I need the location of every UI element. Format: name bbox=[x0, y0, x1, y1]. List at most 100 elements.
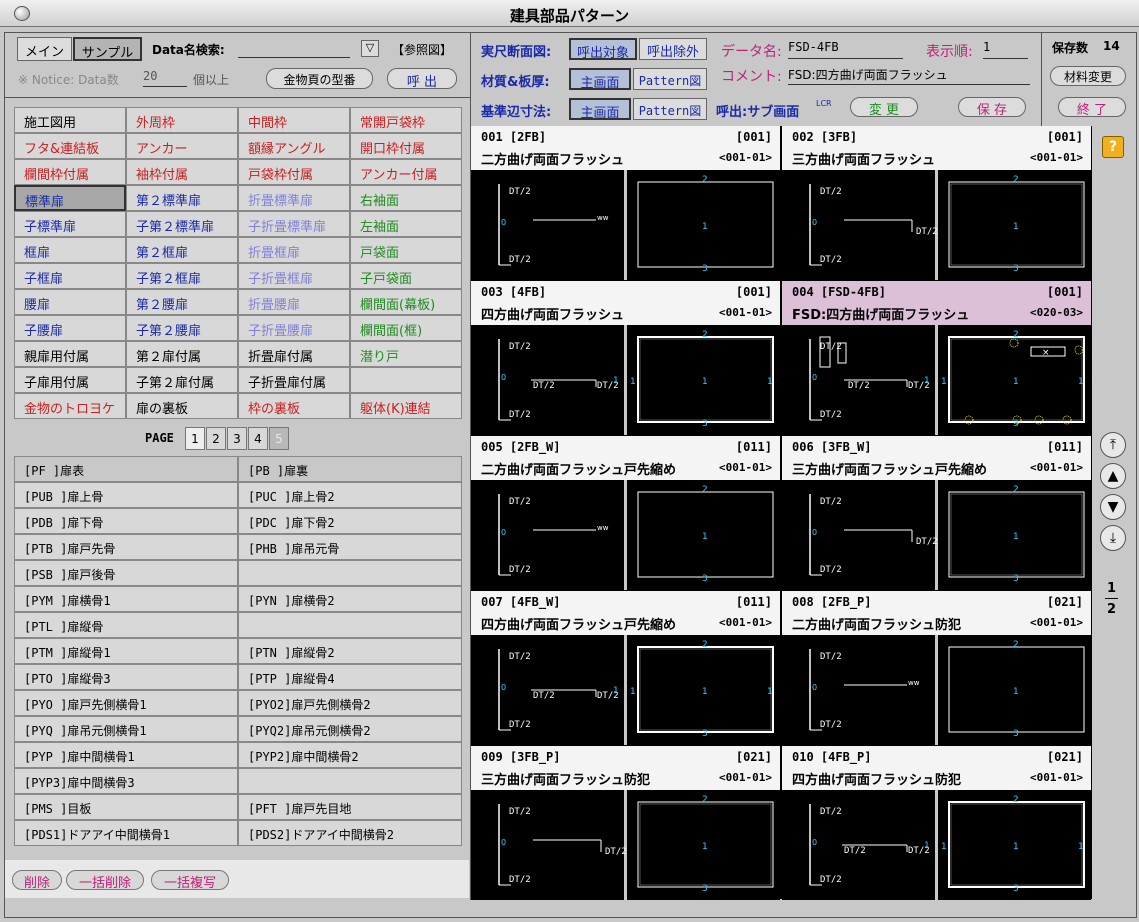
category-item[interactable]: 額縁アングル bbox=[238, 133, 350, 159]
comment-input[interactable]: FSD:四方曲げ両面フラッシュ bbox=[788, 66, 1030, 85]
category-item[interactable]: 中間枠 bbox=[238, 107, 350, 133]
category-item[interactable]: 子戸袋面 bbox=[350, 263, 462, 289]
category-item[interactable] bbox=[350, 367, 462, 393]
row1-call-exclude-button[interactable]: 呼出除外 bbox=[639, 38, 707, 60]
reference-button[interactable]: 【参照図】 bbox=[392, 41, 452, 58]
bulk-delete-button[interactable]: 一括削除 bbox=[66, 870, 144, 891]
part-item[interactable]: [PYO ]扉戸先側横骨1 bbox=[14, 690, 238, 716]
part-item[interactable] bbox=[238, 560, 462, 586]
part-item[interactable]: [PHB ]扉吊元骨 bbox=[238, 534, 462, 560]
category-item[interactable]: 枠の裏板 bbox=[238, 393, 350, 419]
material-change-button[interactable]: 材料変更 bbox=[1050, 66, 1126, 86]
part-item[interactable]: [PYO2]扉戸先側横骨2 bbox=[238, 690, 462, 716]
part-item[interactable]: [PTL ]扉縦骨 bbox=[14, 612, 238, 638]
category-item[interactable]: 戸袋枠付属 bbox=[238, 159, 350, 185]
category-item[interactable]: 折畳標準扉 bbox=[238, 185, 350, 211]
category-item[interactable]: 潜り戸 bbox=[350, 341, 462, 367]
page-2-button[interactable]: 2 bbox=[206, 427, 226, 450]
notice-count-input[interactable]: 20 bbox=[143, 69, 187, 87]
row3-main-screen-button[interactable]: 主画面 bbox=[569, 98, 631, 121]
category-item[interactable]: 子折畳框扉 bbox=[238, 263, 350, 289]
pattern-card[interactable]: 005 [2FB_W] [011] 二方曲げ両面フラッシュ戸先縮め <001-0… bbox=[471, 436, 780, 590]
part-item[interactable]: [PYP2]扉中間横骨2 bbox=[238, 742, 462, 768]
search-input[interactable] bbox=[238, 40, 350, 58]
scroll-bottom-icon[interactable]: ⤓ bbox=[1100, 525, 1126, 551]
category-item[interactable]: 子第２框扉 bbox=[126, 263, 238, 289]
category-item[interactable]: 躯体(K)連結 bbox=[350, 393, 462, 419]
row2-main-screen-button[interactable]: 主画面 bbox=[569, 68, 631, 91]
category-item[interactable]: 親扉用付属 bbox=[14, 341, 126, 367]
category-item[interactable]: 標準扉 bbox=[14, 185, 126, 211]
part-item[interactable]: [PTN ]扉縦骨2 bbox=[238, 638, 462, 664]
pattern-card[interactable]: 004 [FSD-4FB] [001] FSD:四方曲げ両面フラッシュ <020… bbox=[782, 281, 1091, 435]
part-item[interactable]: [PF ]扉表 bbox=[14, 456, 238, 482]
category-item[interactable]: アンカー付属 bbox=[350, 159, 462, 185]
part-item[interactable]: [PYM ]扉横骨1 bbox=[14, 586, 238, 612]
category-item[interactable]: 扉の裏板 bbox=[126, 393, 238, 419]
help-icon[interactable]: ? bbox=[1102, 136, 1124, 158]
call-button[interactable]: 呼 出 bbox=[387, 68, 457, 90]
part-item[interactable]: [PFT ]扉戸先目地 bbox=[238, 794, 462, 820]
save-button[interactable]: 保 存 bbox=[958, 97, 1026, 118]
part-item[interactable] bbox=[238, 768, 462, 794]
category-item[interactable]: 子扉用付属 bbox=[14, 367, 126, 393]
category-item[interactable]: 第２扉付属 bbox=[126, 341, 238, 367]
part-item[interactable]: [PTB ]扉戸先骨 bbox=[14, 534, 238, 560]
part-item[interactable]: [PDC ]扉下骨2 bbox=[238, 508, 462, 534]
category-item[interactable]: 折畳腰扉 bbox=[238, 289, 350, 315]
part-item[interactable]: [PB ]扉裏 bbox=[238, 456, 462, 482]
pattern-card[interactable]: 009 [3FB_P] [021] 三方曲げ両面フラッシュ防犯 <001-01>… bbox=[471, 746, 780, 900]
row3-pattern-button[interactable]: Pattern図 bbox=[633, 98, 707, 120]
page-5-button[interactable]: 5 bbox=[269, 427, 289, 450]
change-button[interactable]: 変 更 bbox=[850, 97, 918, 118]
category-item[interactable]: 子第２腰扉 bbox=[126, 315, 238, 341]
part-item[interactable]: [PTM ]扉縦骨1 bbox=[14, 638, 238, 664]
part-item[interactable]: [PMS ]目板 bbox=[14, 794, 238, 820]
category-item[interactable]: 左袖面 bbox=[350, 211, 462, 237]
category-item[interactable]: 右袖面 bbox=[350, 185, 462, 211]
part-item[interactable]: [PUC ]扉上骨2 bbox=[238, 482, 462, 508]
category-item[interactable]: 施工図用 bbox=[14, 107, 126, 133]
tab-main[interactable]: メイン bbox=[17, 37, 72, 61]
pattern-card[interactable]: 002 [3FB] [001] 三方曲げ両面フラッシュ <001-01> DT/… bbox=[782, 126, 1091, 280]
category-item[interactable]: 腰扉 bbox=[14, 289, 126, 315]
tab-sample[interactable]: サンプル bbox=[73, 37, 142, 61]
category-item[interactable]: 金物のトロヨケ bbox=[14, 393, 126, 419]
category-item[interactable]: 第２框扉 bbox=[126, 237, 238, 263]
row1-call-target-button[interactable]: 呼出対象 bbox=[569, 38, 637, 61]
pattern-card[interactable]: 008 [2FB_P] [021] 二方曲げ両面フラッシュ防犯 <001-01>… bbox=[782, 591, 1091, 745]
category-item[interactable]: アンカー bbox=[126, 133, 238, 159]
category-item[interactable]: 欄間面(框) bbox=[350, 315, 462, 341]
category-item[interactable]: 第２標準扉 bbox=[126, 185, 238, 211]
category-item[interactable]: 子腰扉 bbox=[14, 315, 126, 341]
bulk-copy-button[interactable]: 一括複写 bbox=[151, 870, 229, 891]
part-item[interactable]: [PTO ]扉縦骨3 bbox=[14, 664, 238, 690]
category-item[interactable]: 子折畳腰扉 bbox=[238, 315, 350, 341]
part-item[interactable]: [PDB ]扉下骨 bbox=[14, 508, 238, 534]
category-item[interactable]: 袖枠付属 bbox=[126, 159, 238, 185]
kanamono-button[interactable]: 金物頁の型番 bbox=[266, 68, 373, 89]
category-item[interactable]: 折畳扉付属 bbox=[238, 341, 350, 367]
dataname-input[interactable]: FSD-4FB bbox=[788, 40, 903, 59]
pattern-card[interactable]: 010 [4FB_P] [021] 四方曲げ両面フラッシュ防犯 <001-01>… bbox=[782, 746, 1091, 900]
lcr-icon[interactable]: LCR bbox=[816, 100, 834, 108]
scroll-up-icon[interactable]: ▲ bbox=[1100, 463, 1126, 489]
part-item[interactable]: [PUB ]扉上骨 bbox=[14, 482, 238, 508]
part-item[interactable]: [PSB ]扉戸後骨 bbox=[14, 560, 238, 586]
part-item[interactable]: [PYQ ]扉吊元側横骨1 bbox=[14, 716, 238, 742]
category-item[interactable]: 第２腰扉 bbox=[126, 289, 238, 315]
category-item[interactable]: 子折畳扉付属 bbox=[238, 367, 350, 393]
part-item[interactable]: [PDS2]ドアアイ中間横骨2 bbox=[238, 820, 462, 846]
scroll-top-icon[interactable]: ⤒ bbox=[1100, 432, 1126, 458]
search-dropdown-icon[interactable]: ▽ bbox=[361, 40, 379, 57]
part-item[interactable]: [PYP3]扉中間横骨3 bbox=[14, 768, 238, 794]
category-item[interactable]: 戸袋面 bbox=[350, 237, 462, 263]
pattern-card[interactable]: 003 [4FB] [001] 四方曲げ両面フラッシュ <001-01> DT/… bbox=[471, 281, 780, 435]
category-item[interactable]: 欄間枠付属 bbox=[14, 159, 126, 185]
page-4-button[interactable]: 4 bbox=[248, 427, 268, 450]
category-item[interactable]: 子標準扉 bbox=[14, 211, 126, 237]
part-item[interactable]: [PYQ2]扉吊元側横骨2 bbox=[238, 716, 462, 742]
category-item[interactable]: 欄間面(幕板) bbox=[350, 289, 462, 315]
category-item[interactable]: 框扉 bbox=[14, 237, 126, 263]
part-item[interactable]: [PYP ]扉中間横骨1 bbox=[14, 742, 238, 768]
